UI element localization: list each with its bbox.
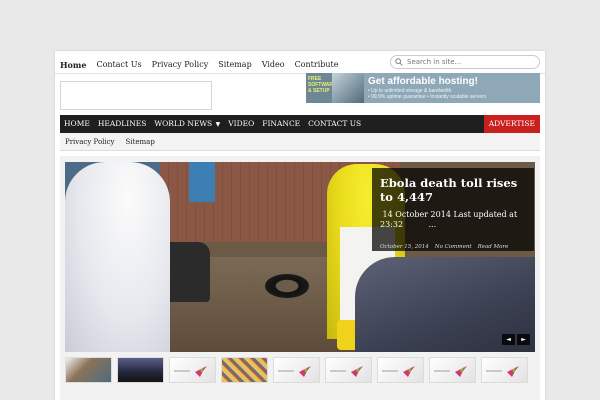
thumbnail-7[interactable] [377,357,424,383]
nav-world-news-label: WORLD NEWS [154,118,213,128]
slide-meta: October 15, 2014 No Comment Read More [380,244,526,250]
sub-navigation: Privacy Policy Sitemap [60,133,540,151]
prev-arrow-icon[interactable]: ◄ [502,334,515,345]
thumbnail-1[interactable] [65,357,112,383]
slider-thumbnails [65,357,528,383]
topnav-privacy-policy[interactable]: Privacy Policy [152,58,209,72]
placeholder-bird-icon [299,366,311,377]
slide-title[interactable]: Ebola death toll rises to 4,447 [380,176,526,204]
nav-headlines[interactable]: HEADLINES [94,115,151,133]
search-icon [395,58,403,66]
placeholder-bird-icon [403,366,415,377]
nav-video[interactable]: VIDEO [224,115,258,133]
next-arrow-icon[interactable]: ► [517,334,530,345]
banner-image [332,73,364,103]
thumb-placeholder-line [174,370,190,372]
banner-left-text: FREE SOFTWARE & SETUP [306,73,336,103]
hosting-ad-banner[interactable]: FREE SOFTWARE & SETUP Get affordable hos… [306,73,540,103]
banner-bullet-2: • 99.9% uptime guarantee • Instantly sca… [368,94,487,100]
slider-arrows: ◄ ► [502,334,530,345]
topnav-video[interactable]: Video [262,58,285,72]
scene-white-suit [65,162,170,352]
thumb-placeholder-line [330,370,346,372]
nav-contact-us[interactable]: CONTACT US [304,115,365,133]
placeholder-bird-icon [455,366,467,377]
featured-slider: Ebola death toll rises to 4,447 14 Octob… [60,156,540,400]
topnav-contribute[interactable]: Contribute [295,58,339,72]
thumb-placeholder-line [278,370,294,372]
thumbnail-2[interactable] [117,357,164,383]
search-box[interactable] [390,55,540,69]
placeholder-bird-icon [195,366,207,377]
thumbnail-8[interactable] [429,357,476,383]
thumbnail-3[interactable] [169,357,216,383]
slide-excerpt: 14 October 2014 Last updated at 23:32 ..… [380,210,518,229]
slide-comments[interactable]: No Comment [435,244,472,250]
topnav-home[interactable]: Home [60,58,86,72]
subnav-sitemap[interactable]: Sitemap [126,138,155,146]
page-container: Home Contact Us Privacy Policy Sitemap V… [55,51,545,400]
placeholder-bird-icon [351,366,363,377]
thumbnail-9[interactable] [481,357,528,383]
chevron-down-icon: ▼ [215,120,221,128]
site-logo[interactable] [60,81,212,110]
thumb-placeholder-line [434,370,450,372]
banner-title: Get affordable hosting! [368,76,478,87]
thumbnail-6[interactable] [325,357,372,383]
advertise-button[interactable]: ADVERTISE [483,115,540,133]
search-input[interactable] [407,58,532,66]
nav-finance[interactable]: FINANCE [258,115,304,133]
scene-tire [265,274,309,298]
scene-blue-door [189,162,215,202]
slide-date: October 15, 2014 [380,244,429,250]
slide-image[interactable]: Ebola death toll rises to 4,447 14 Octob… [65,162,535,352]
slide-read-more[interactable]: Read More [478,244,509,250]
subnav-privacy-policy[interactable]: Privacy Policy [65,138,115,146]
banner-text: Get affordable hosting! • Up to unlimite… [364,73,490,103]
topnav-contact-us[interactable]: Contact Us [96,58,141,72]
thumb-placeholder-line [486,370,502,372]
nav-home[interactable]: HOME [60,115,94,133]
nav-world-news[interactable]: WORLD NEWS ▼ [150,115,224,134]
placeholder-bird-icon [507,366,519,377]
topnav-sitemap[interactable]: Sitemap [218,58,251,72]
slide-caption: Ebola death toll rises to 4,447 14 Octob… [372,168,534,251]
main-navigation: HOME HEADLINES WORLD NEWS ▼ VIDEO FINANC… [60,115,540,133]
thumbnail-4[interactable] [221,357,268,383]
top-navigation: Home Contact Us Privacy Policy Sitemap V… [60,58,348,72]
thumb-placeholder-line [382,370,398,372]
thumbnail-5[interactable] [273,357,320,383]
